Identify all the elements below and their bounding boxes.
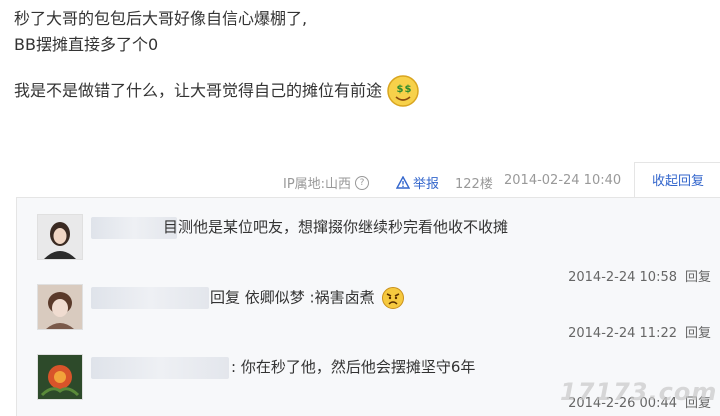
post-line-1: 秒了大哥的包包后大哥好像自信心爆棚了,: [14, 9, 308, 28]
site-watermark: 17173.com: [560, 378, 718, 406]
warning-icon: [396, 176, 410, 189]
username-blurred[interactable]: [91, 287, 209, 309]
reply-time: 2014-2-24 10:58: [568, 270, 677, 285]
reply-text-wrap: 回复 依卿似梦 :祸害卤煮: [210, 286, 405, 310]
username-blurred[interactable]: [91, 357, 229, 379]
reply-meta: 2014-2-24 11:22 回复: [568, 322, 711, 341]
reply-text: : 你在秒了他，然后他会摆摊坚守6年: [231, 358, 476, 376]
post-meta-bar: IP属地:山西 ? 举报 122楼 2014-02-24 10:40: [0, 168, 720, 196]
avatar[interactable]: [37, 354, 83, 400]
post-line-3: 我是不是做错了什么，让大哥觉得自己的摊位有前途: [14, 81, 383, 100]
reply-text: 目测他是某位吧友，想撺掇你继续秒完看他收不收摊: [163, 218, 509, 236]
ip-location-label: IP属地:山西: [283, 177, 352, 192]
reply-text: 回复 依卿似梦 :祸害卤煮: [210, 288, 375, 307]
money-face-emoji-icon: $ $: [387, 75, 419, 107]
reply-time: 2014-2-24 11:22: [568, 326, 677, 341]
reply-button[interactable]: 回复: [685, 326, 711, 341]
svg-text:$: $: [397, 84, 404, 95]
report-link[interactable]: 举报: [396, 173, 439, 192]
avatar[interactable]: [37, 214, 83, 260]
help-icon[interactable]: ?: [355, 175, 370, 190]
post-content: 秒了大哥的包包后大哥好像自信心爆棚了, BB摆摊直接多了个0 我是不是做错了什么…: [14, 6, 704, 108]
ip-location: IP属地:山西 ?: [283, 173, 370, 192]
reply-meta: 2014-2-24 10:58 回复: [568, 266, 711, 285]
post-date: 2014-02-24 10:40: [504, 173, 622, 188]
angry-face-emoji-icon: [382, 287, 405, 309]
svg-text:$: $: [405, 84, 412, 95]
post-line-2: BB摆摊直接多了个0: [14, 35, 159, 54]
collapse-replies-button[interactable]: 收起回复: [634, 162, 720, 199]
report-label: 举报: [413, 177, 440, 192]
avatar[interactable]: [37, 284, 83, 330]
post-line-3-wrap: 我是不是做错了什么，让大哥觉得自己的摊位有前途 $ $: [14, 74, 704, 108]
floor-number: 122楼: [455, 177, 493, 192]
reply-button[interactable]: 回复: [685, 270, 711, 285]
